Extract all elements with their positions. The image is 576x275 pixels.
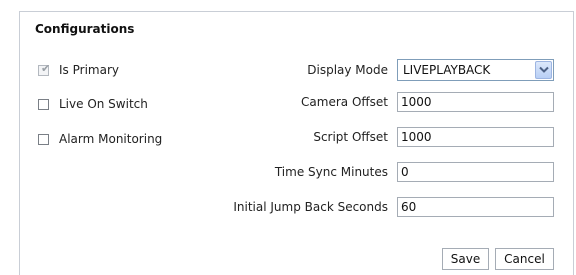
time-sync-minutes-label: Time Sync Minutes	[274, 165, 388, 179]
save-button[interactable]: Save	[442, 248, 489, 270]
time-sync-minutes-input[interactable]	[397, 162, 554, 182]
alarm-monitoring-row: Alarm Monitoring	[38, 131, 162, 147]
display-mode-label: Display Mode	[307, 63, 388, 77]
display-mode-select[interactable]: LIVEPLAYBACK	[397, 59, 554, 81]
initial-jump-back-seconds-input[interactable]	[397, 197, 554, 217]
chevron-down-icon[interactable]	[535, 61, 552, 79]
camera-offset-label: Camera Offset	[301, 95, 388, 109]
script-offset-input[interactable]	[397, 127, 554, 147]
cancel-button[interactable]: Cancel	[495, 248, 554, 270]
alarm-monitoring-label: Alarm Monitoring	[59, 132, 163, 146]
live-on-switch-checkbox[interactable]	[38, 98, 49, 110]
live-on-switch-label: Live On Switch	[59, 97, 148, 111]
alarm-monitoring-checkbox[interactable]	[38, 133, 49, 145]
script-offset-label: Script Offset	[313, 130, 388, 144]
check-icon: ✔	[41, 61, 51, 75]
camera-offset-input[interactable]	[397, 92, 554, 112]
is-primary-label: Is Primary	[59, 63, 119, 77]
live-on-switch-row: Live On Switch	[38, 96, 148, 112]
is-primary-checkbox[interactable]: ✔	[38, 61, 51, 76]
is-primary-row: ✔ Is Primary	[38, 62, 119, 78]
initial-jump-back-seconds-label: Initial Jump Back Seconds	[233, 200, 388, 214]
display-mode-value: LIVEPLAYBACK	[403, 63, 491, 77]
section-title: Configurations	[35, 22, 135, 36]
